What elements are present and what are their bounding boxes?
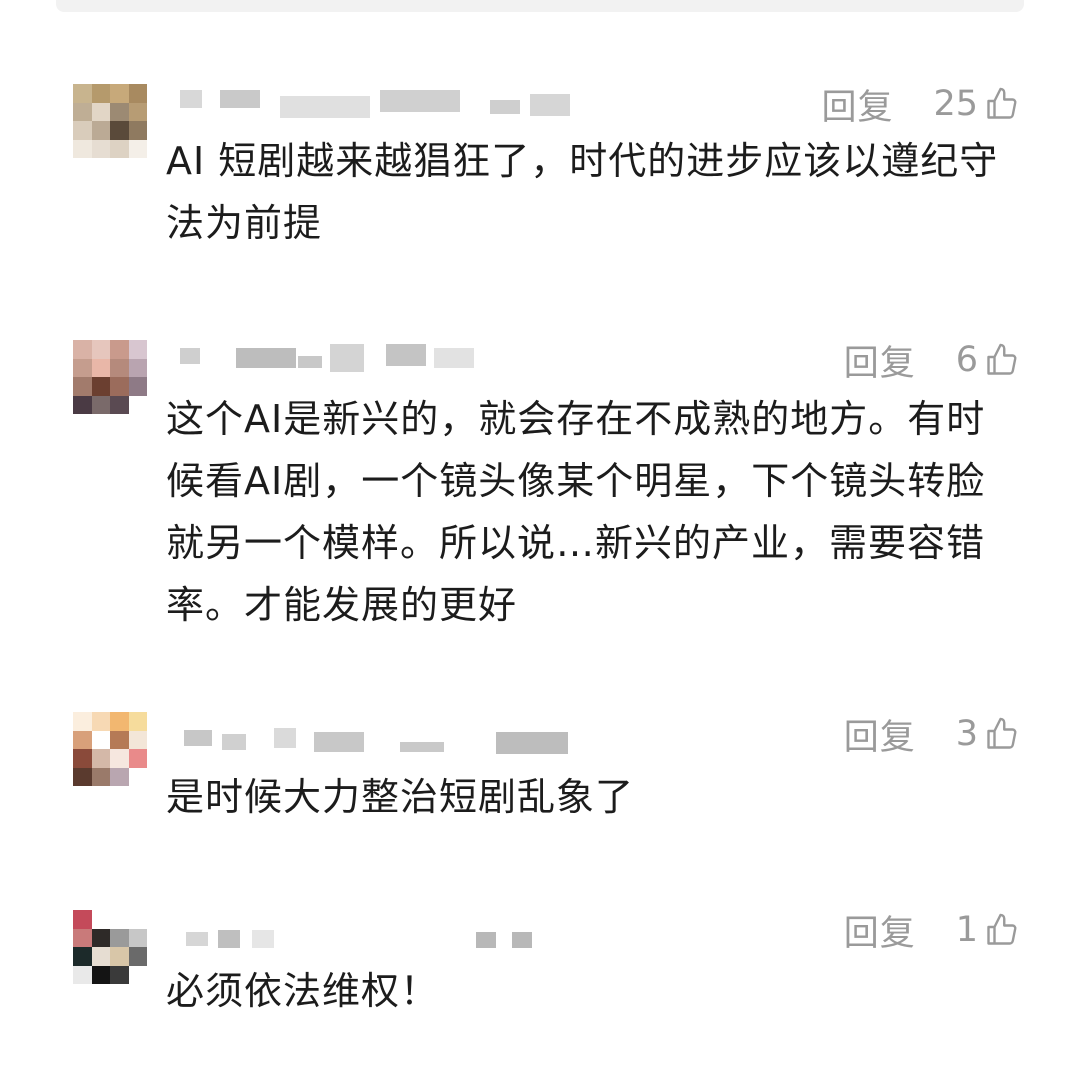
comment-text: 必须依法维权！ [166,969,440,1013]
avatar[interactable] [73,340,147,414]
avatar[interactable] [73,910,147,984]
username-blurred[interactable] [180,714,600,754]
like-count: 6 [955,340,978,380]
comment-actions: 回复 25 [821,84,1020,128]
avatar[interactable] [73,84,147,158]
thumbs-up-icon[interactable] [984,912,1020,948]
comment-text: 是时候大力整治短剧乱象了 [166,775,635,819]
reply-button[interactable]: 回复 [821,79,893,130]
like-count: 1 [955,910,978,950]
comment-actions: 回复 3 [844,714,1020,758]
thumbs-up-icon[interactable] [984,342,1020,378]
reply-button[interactable]: 回复 [844,905,916,956]
like-count: 25 [933,84,978,124]
thumbs-up-icon[interactable] [984,716,1020,752]
comment-actions: 回复 1 [844,910,1020,954]
like-count: 3 [955,714,978,754]
comment-text: 这个AI是新兴的，就会存在不成熟的地方。有时候看AI剧，一个镜头像某个明星，下个… [166,397,986,627]
username-blurred[interactable] [180,86,600,118]
avatar[interactable] [73,712,147,786]
comment-text: AI 短剧越来越猖狂了，时代的进步应该以遵纪守法为前提 [166,139,999,245]
thumbs-up-icon[interactable] [984,86,1020,122]
top-divider [56,0,1024,12]
comment-actions: 回复 6 [844,340,1020,384]
reply-button[interactable]: 回复 [844,335,916,386]
username-blurred[interactable] [180,908,600,948]
reply-button[interactable]: 回复 [844,709,916,760]
username-blurred[interactable] [180,342,600,372]
